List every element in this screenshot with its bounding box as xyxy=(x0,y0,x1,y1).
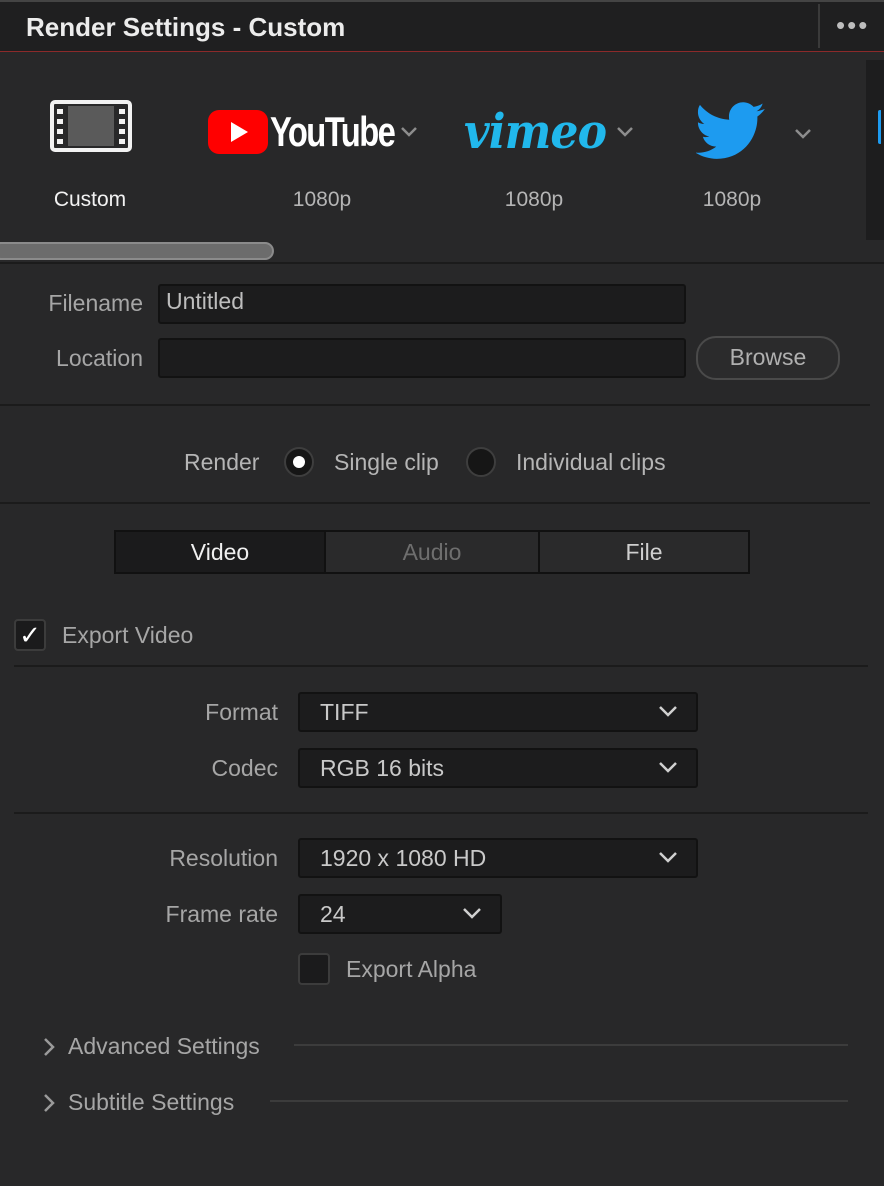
filename-field[interactable]: Untitled xyxy=(158,284,686,324)
youtube-wordmark: YouTube xyxy=(270,108,396,155)
chevron-down-icon[interactable] xyxy=(616,126,634,138)
individual-clips-radio[interactable] xyxy=(466,447,496,477)
codec-label: Codec xyxy=(211,755,278,781)
individual-clips-label[interactable]: Individual clips xyxy=(516,449,666,476)
section-rule xyxy=(294,1044,848,1046)
preset-strip-edge xyxy=(866,60,884,240)
divider xyxy=(14,665,868,667)
location-field[interactable] xyxy=(158,338,686,378)
chevron-down-icon xyxy=(659,706,677,717)
chevron-down-icon[interactable] xyxy=(400,126,418,138)
filename-label: Filename xyxy=(48,290,143,316)
section-rule xyxy=(270,1100,848,1102)
divider xyxy=(0,262,884,264)
youtube-logo xyxy=(208,110,268,154)
codec-select[interactable]: RGB 16 bits xyxy=(298,748,698,788)
tab-file[interactable]: File xyxy=(538,530,750,574)
vimeo-wordmark[interactable]: vimeo xyxy=(464,104,607,160)
preset-custom-label: Custom xyxy=(53,188,127,211)
title-divider xyxy=(818,4,820,48)
radio-selected-dot xyxy=(293,456,305,468)
browse-button[interactable]: Browse xyxy=(696,336,840,380)
more-horizontal-icon[interactable]: ••• xyxy=(836,10,869,41)
divider xyxy=(14,812,868,814)
format-label: Format xyxy=(205,699,278,725)
resolution-select[interactable]: 1920 x 1080 HD xyxy=(298,838,698,878)
tab-audio[interactable]: Audio xyxy=(324,530,540,574)
preset-custom[interactable]: Custom xyxy=(30,92,150,222)
export-video-label: Export Video xyxy=(62,622,194,648)
divider xyxy=(0,502,870,504)
export-video-checkbox[interactable]: ✓ xyxy=(14,619,46,651)
export-alpha-label: Export Alpha xyxy=(346,956,477,982)
preset-twitter-label: 1080p xyxy=(702,188,762,211)
preset-youtube-label: 1080p xyxy=(292,188,352,211)
codec-value: RGB 16 bits xyxy=(320,755,444,781)
tab-video[interactable]: Video xyxy=(114,530,326,574)
framerate-value: 24 xyxy=(320,901,346,927)
framerate-select[interactable]: 24 xyxy=(298,894,502,934)
window-title: Render Settings - Custom xyxy=(26,12,346,42)
chevron-down-icon xyxy=(659,852,677,863)
framerate-label: Frame rate xyxy=(165,901,278,927)
format-select[interactable]: TIFF xyxy=(298,692,698,732)
resolution-value: 1920 x 1080 HD xyxy=(320,845,487,871)
divider xyxy=(0,404,870,406)
chevron-down-icon xyxy=(659,762,677,773)
chevron-right-icon[interactable] xyxy=(42,1037,56,1057)
resolution-label: Resolution xyxy=(169,845,278,871)
single-clip-radio[interactable] xyxy=(284,447,314,477)
next-preset-sliver xyxy=(878,110,882,144)
advanced-settings-header[interactable]: Advanced Settings xyxy=(68,1033,260,1060)
format-value: TIFF xyxy=(320,699,369,725)
location-label: Location xyxy=(56,345,143,371)
chevron-right-icon[interactable] xyxy=(42,1093,56,1113)
twitter-bird-logo[interactable] xyxy=(696,102,766,160)
preset-vimeo-label: 1080p xyxy=(504,188,564,211)
export-alpha-checkbox[interactable] xyxy=(298,953,330,985)
render-mode-label: Render xyxy=(184,449,260,475)
chevron-down-icon[interactable] xyxy=(794,128,812,140)
single-clip-label[interactable]: Single clip xyxy=(334,449,439,476)
film-icon xyxy=(50,100,132,152)
subtitle-settings-header[interactable]: Subtitle Settings xyxy=(68,1089,234,1116)
preset-scrollbar[interactable] xyxy=(0,242,274,260)
chevron-down-icon xyxy=(463,908,481,919)
